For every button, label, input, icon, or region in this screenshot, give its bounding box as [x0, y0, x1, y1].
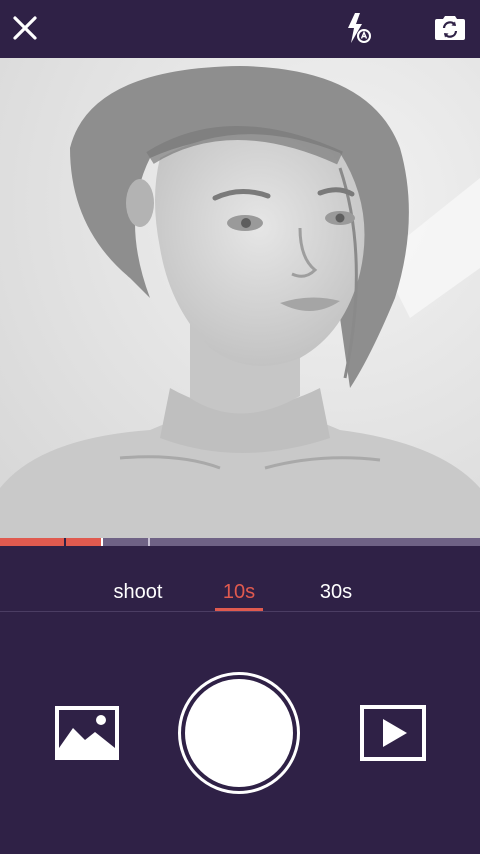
gallery-image-icon — [55, 706, 119, 760]
play-preview-button[interactable] — [358, 703, 428, 763]
tab-10s[interactable]: 10s — [209, 566, 269, 610]
shutter-record-icon — [185, 679, 293, 787]
gallery-button[interactable] — [52, 703, 122, 763]
tab-30s[interactable]: 30s — [306, 566, 366, 610]
min-duration-tick — [148, 538, 150, 546]
close-icon — [13, 16, 37, 40]
close-button[interactable] — [6, 9, 44, 47]
play-preview-icon — [360, 705, 426, 761]
camera-viewfinder[interactable] — [0, 58, 480, 538]
camera-switch-icon — [435, 16, 465, 40]
recording-progress-bar — [0, 538, 480, 546]
progress-cursor — [101, 538, 103, 546]
flash-auto-icon — [348, 13, 371, 43]
segment-marker — [64, 538, 66, 546]
tabs-divider — [0, 611, 480, 612]
progress-fill — [0, 538, 101, 546]
flash-toggle-button[interactable] — [342, 9, 376, 47]
camera-preview-image — [0, 58, 480, 538]
tab-shoot[interactable]: shoot — [102, 566, 174, 610]
duration-mode-tabs: shoot 10s 30s — [0, 566, 480, 612]
switch-camera-button[interactable] — [428, 8, 472, 48]
top-bar — [0, 0, 480, 58]
record-button[interactable] — [178, 672, 300, 794]
